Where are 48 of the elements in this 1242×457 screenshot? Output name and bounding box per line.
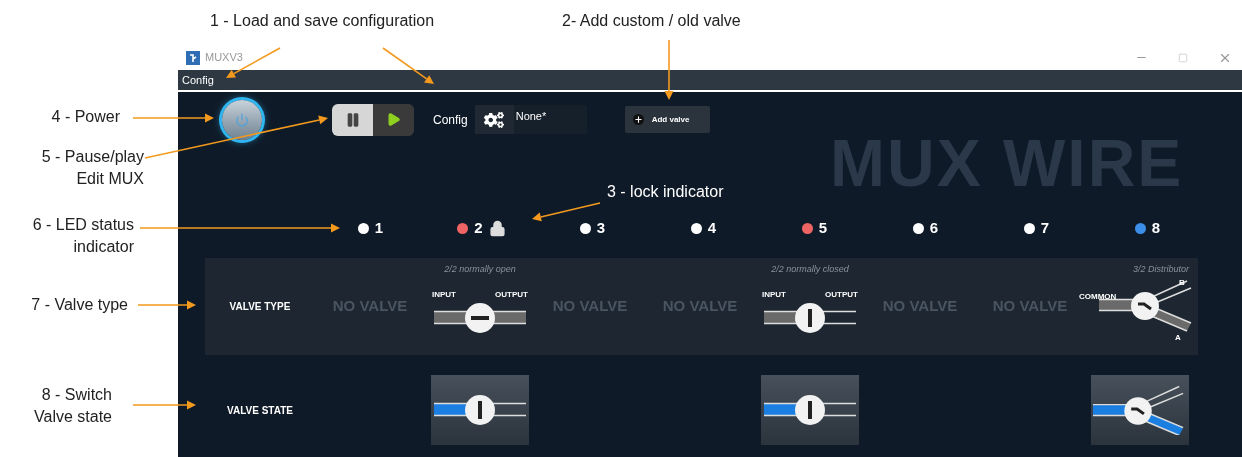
power-button[interactable] (222, 99, 262, 140)
channel-number: 6 (929, 217, 939, 238)
annotation-arrow (532, 202, 601, 222)
annotation-label: 7 - Valve type (30, 295, 128, 315)
window-title: MUXV3 (205, 50, 243, 66)
valve-caption: 2/2 normally open (444, 263, 516, 276)
menu-item[interactable]: Config (182, 71, 214, 89)
channel-number: 1 (374, 217, 384, 238)
power-icon (235, 112, 249, 127)
port-label: INPUT (762, 288, 786, 301)
valve-switch-button[interactable] (761, 375, 859, 445)
valve-switch-button[interactable] (1091, 375, 1189, 445)
settings-icon (484, 109, 505, 130)
channel-number: 8 (1151, 217, 1161, 238)
mode-button[interactable] (332, 103, 373, 136)
add-valve-button[interactable]: Add valve (624, 106, 710, 133)
annotation-label: 1 - Load and save configuration (210, 11, 436, 31)
port-label: A (1175, 333, 1181, 342)
port-label: OUTPUT (825, 288, 858, 301)
channel-number: 5 (818, 217, 828, 238)
annotation-label: 3 - lock indicator (607, 182, 725, 202)
annotation-arrow (137, 300, 196, 310)
valve-caption: 2/2 normally closed (771, 263, 849, 276)
annotation-label: 4 - Power (50, 107, 120, 127)
channel-number: 3 (596, 217, 606, 238)
annotation-label: 6 - LED status indicator (31, 215, 134, 257)
valve-switch-button[interactable] (431, 375, 529, 445)
config-field: None* (513, 105, 587, 134)
config-settings-button[interactable] (474, 105, 514, 134)
annotation-arrow (132, 400, 196, 410)
plus-icon (632, 114, 644, 125)
channel-number: 7 (1040, 217, 1050, 238)
annotation-arrow (664, 39, 674, 100)
port-label: OUTPUT (495, 288, 528, 301)
config-label: Config (433, 111, 468, 129)
annotation-label: 8 - Switch Valve state (33, 385, 112, 427)
app-logo-icon (186, 50, 200, 65)
port-label: INPUT (432, 288, 456, 301)
annotation-label: 2- Add custom / old valve (562, 11, 742, 31)
valve-caption: 3/2 Distributor (1132, 263, 1189, 276)
annotation-label: 5 - Pause/play Edit MUX (40, 147, 144, 189)
row-label: VALVE STATE (227, 403, 293, 418)
port-label: COMMON (1079, 290, 1117, 303)
channel-number: 4 (707, 217, 717, 238)
channel-number: 2 (474, 217, 483, 238)
annotation-arrow (382, 47, 434, 84)
row-label: VALVE TYPE (229, 300, 291, 314)
play-icon (386, 112, 401, 127)
